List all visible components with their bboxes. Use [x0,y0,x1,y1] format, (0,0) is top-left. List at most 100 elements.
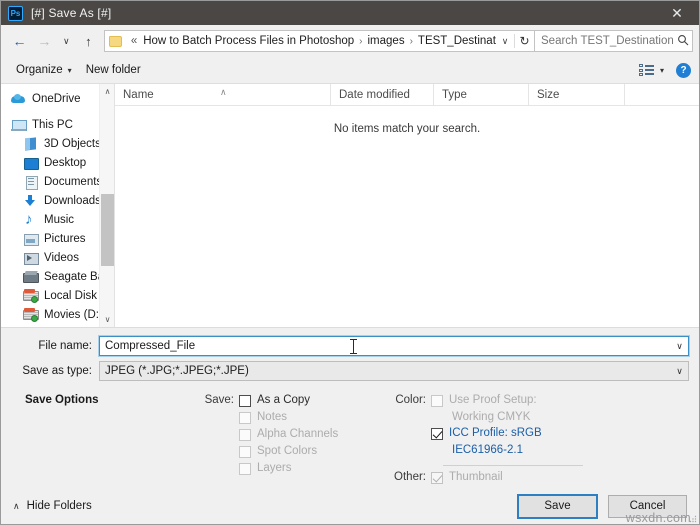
save-options-column: Save: As a Copy Notes Alpha Channels Spo… [196,394,391,488]
color-option-icc-profile[interactable]: ICC Profile: sRGB [391,427,689,444]
sidebar-item-3d-objects[interactable]: 3D Objects [1,134,114,153]
search-input[interactable] [535,34,675,48]
hard-disk-icon [23,288,39,303]
breadcrumb-item-0[interactable]: How to Batch Process Files in Photoshop [139,34,358,48]
notes-checkbox [239,412,251,424]
sidebar-item-seagate-backup[interactable]: Seagate Backup [1,267,114,286]
sidebar-scrollbar[interactable]: ∧ ∨ [99,84,114,327]
sidebar-item-local-disk-c[interactable]: Local Disk (C:) [1,286,114,305]
photoshop-icon: Ps [8,5,23,21]
new-folder-button[interactable]: New folder [79,61,148,79]
hard-disk-icon [23,326,38,327]
chevron-down-icon: ▾ [67,65,72,75]
resize-grip[interactable] [689,514,697,523]
as-a-copy-checkbox[interactable] [239,395,251,407]
save-option-as-a-copy[interactable]: Save: As a Copy [196,394,391,411]
column-header-name[interactable]: ∧ Name [115,83,331,106]
thumbnail-checkbox [431,472,443,484]
up-button[interactable]: ↑ [76,29,101,53]
organize-button[interactable]: Organize ▾ [9,61,79,79]
sidebar-item-label: Documents [44,175,103,188]
sidebar-item-desktop[interactable]: Desktop [1,153,114,172]
change-view-button[interactable] [635,61,658,79]
scroll-down-icon[interactable]: ∨ [100,312,114,327]
chevron-down-icon[interactable]: ∨ [671,366,688,377]
sidebar-item-label: This PC [32,118,73,131]
breadcrumb-overflow[interactable]: « [127,34,139,48]
breadcrumb-item-2[interactable]: TEST_Destination [414,34,496,48]
save-form: File name: Compressed_File ∨ Save as typ… [1,327,699,488]
breadcrumb-item-1[interactable]: images [364,34,409,48]
other-option-thumbnail: Other: Thumbnail [391,471,689,488]
chevron-down-icon[interactable]: ∨ [671,341,688,352]
other-tag-label: Other: [394,471,426,483]
save-as-type-label: Save as type: [22,365,92,377]
save-as-type-select[interactable]: JPEG (*.JPG;*.JPEG;*.JPE) ∨ [99,361,689,381]
sidebar-item-keep-burn-f[interactable]: Keep-Burn (F:) [1,324,114,327]
address-dropdown-icon[interactable]: ∨ [496,36,514,47]
hard-disk-icon [23,307,39,322]
layers-label: Layers [257,462,292,474]
sidebar-item-downloads[interactable]: Downloads [1,191,114,210]
text-cursor-icon [350,339,357,354]
help-icon[interactable]: ? [676,62,691,78]
3d-objects-icon [23,137,38,151]
dialog-body: OneDrive This PC 3D Objects Desktop Docu… [1,83,699,327]
thumbnail-label: Thumbnail [449,471,503,483]
alpha-channels-checkbox [239,429,251,441]
color-tag-label: Color: [395,394,426,406]
title-bar: Ps [#] Save As [#] ✕ [1,1,699,25]
save-option-spot-colors: Spot Colors [196,445,391,462]
column-header-type[interactable]: Type [434,83,529,106]
use-proof-setup-checkbox [431,395,443,407]
icc-profile-label: ICC Profile: sRGB [449,427,542,439]
layers-checkbox [239,463,251,475]
column-header-date-modified[interactable]: Date modified [331,83,434,106]
onedrive-icon [11,92,26,106]
search-box[interactable] [535,30,694,52]
breadcrumb: « How to Batch Process Files in Photosho… [127,34,496,48]
sidebar-item-pictures[interactable]: Pictures [1,229,114,248]
this-pc-icon [11,118,27,132]
file-list-pane: ∧ Name Date modified Type Size No items … [114,83,699,327]
sidebar-item-videos[interactable]: Videos [1,248,114,267]
sidebar-item-music[interactable]: Music [1,210,114,229]
file-name-input[interactable]: Compressed_File ∨ [98,335,690,357]
scroll-up-icon[interactable]: ∧ [100,84,114,99]
save-button[interactable]: Save [517,493,598,519]
save-as-type-value: JPEG (*.JPG;*.JPEG;*.JPE) [105,365,249,377]
back-button[interactable]: ← [7,29,32,53]
search-icon [675,34,692,49]
sidebar-item-documents[interactable]: Documents [1,172,114,191]
new-folder-label: New folder [85,64,141,76]
hide-folders-label: Hide Folders [26,500,92,512]
sidebar-item-this-pc[interactable]: This PC [1,115,114,134]
hide-folders-button[interactable]: ∧ Hide Folders [13,500,92,512]
save-options-section: Save Options Save: As a Copy Notes Alpha… [11,386,689,488]
column-header-size[interactable]: Size [529,83,625,106]
command-bar-right: ▾ ? [635,61,691,79]
refresh-icon[interactable]: ↻ [514,34,534,48]
organize-label: Organize [16,64,63,76]
address-bar[interactable]: « How to Batch Process Files in Photosho… [103,30,536,52]
scrollbar-thumb[interactable] [101,194,114,266]
sidebar-item-movies-d[interactable]: Movies (D:) [1,305,114,324]
chevron-down-icon[interactable]: ▾ [660,66,664,75]
navigation-bar: ← → ∨ ↑ « How to Batch Process Files in … [1,25,699,57]
color-options-column: Color: Use Proof Setup: Working CMYK ICC… [391,394,689,488]
navigation-pane: OneDrive This PC 3D Objects Desktop Docu… [1,84,114,327]
icc-profile-checkbox[interactable] [431,428,443,440]
watermark: wsxdn.com [625,511,691,525]
save-option-layers: Layers [196,462,391,479]
column-header-blank [625,84,699,106]
recent-locations-button[interactable]: ∨ [57,29,76,53]
options-divider [443,465,583,466]
sidebar-item-label: Desktop [44,156,87,169]
view-layout-icon [638,64,643,76]
working-cmyk-value: Working CMYK [452,411,531,423]
documents-icon [23,175,38,190]
sidebar-item-label: 3D Objects [44,137,101,150]
sidebar-item-onedrive[interactable]: OneDrive [1,89,114,108]
close-icon[interactable]: ✕ [655,1,699,25]
file-name-label: File name: [38,340,92,352]
